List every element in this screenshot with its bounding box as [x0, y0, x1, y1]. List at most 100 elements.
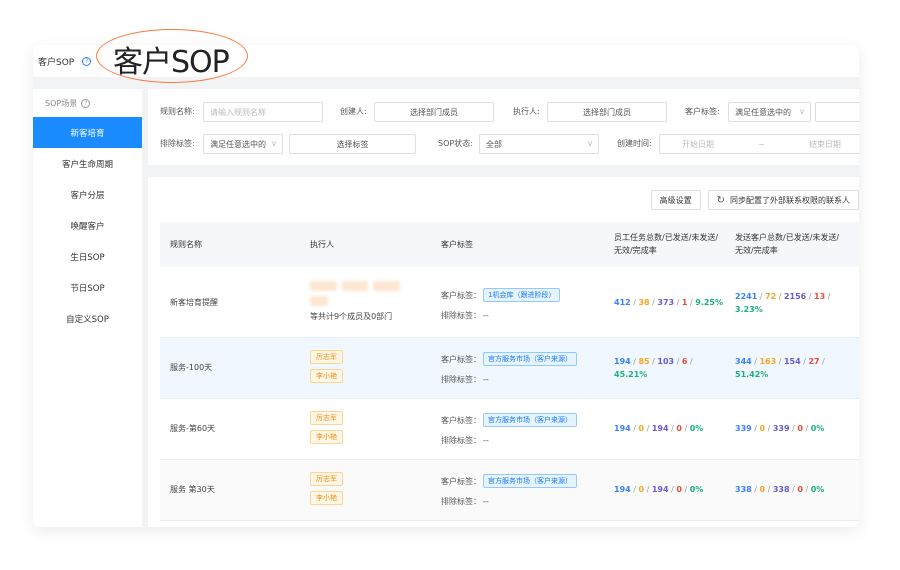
executor-label: 执行人:: [513, 107, 540, 116]
table-actions: 高级设置 ↻ 同步配置了外部联系权限的联系人: [644, 190, 859, 210]
executor-cell: 厉志军 李小艳: [310, 472, 343, 510]
rule-name-input[interactable]: 请输入规则名称: [203, 102, 323, 122]
executor-note: 等共计9个成员及0部门: [310, 312, 393, 321]
end-date: 结束日期: [808, 139, 841, 149]
sidebar-item-custom[interactable]: 自定义SOP: [33, 303, 142, 334]
sync-contacts-button[interactable]: ↻ 同步配置了外部联系权限的联系人: [707, 190, 859, 210]
stat-rate: 0%: [689, 485, 704, 494]
blurred-executor: xxxx: [373, 281, 400, 291]
tag-mode-select[interactable]: 满足任意选中的 ∨: [728, 102, 811, 122]
table-row[interactable]: 服务-100天 厉志军 李小艳 客户标签： 官方服务市场（客户来源） 排除标签： -…: [160, 338, 859, 399]
col-customer-stats: 发送客户总数/已发送/未发送/无效/完成率: [735, 233, 840, 255]
chevron-down-icon: ∨: [587, 139, 593, 148]
exclude-mode-value: 满足任意选中的: [210, 139, 266, 149]
stat-sent: 163: [759, 357, 777, 366]
stat-total: 194: [614, 485, 631, 494]
chevron-down-icon: ∨: [799, 107, 805, 116]
page-title: 客户SOP: [38, 57, 75, 68]
sidebar-header: SOP场景 ?: [33, 89, 142, 117]
rule-name: 新客培育提醒: [170, 298, 218, 307]
executor-tag: 李小艳: [310, 491, 343, 505]
stat-rate: 0%: [810, 485, 825, 494]
table-row[interactable]: 服务 第30天 厉志军 李小艳 客户标签： 官方服务市场（客户来源） 排除标签： -…: [160, 460, 859, 521]
stat-invalid: 27: [808, 357, 820, 366]
customer-tag: 官方服务市场（客户来源）: [483, 413, 577, 427]
creator-select[interactable]: 选择部门成员: [374, 102, 494, 122]
staff-stats: 412 / 38 / 373 / 1 / 9.25%: [614, 298, 724, 307]
sidebar-item-lifecycle[interactable]: 客户生命周期: [33, 148, 142, 179]
help-icon[interactable]: ?: [81, 98, 91, 108]
staff-stats: 194 / 0 / 194 / 0 / 0%: [614, 485, 704, 494]
executor-tag: 厉志军: [310, 350, 343, 364]
rule-name: 服务-100天: [170, 363, 213, 372]
stat-total: 339: [735, 424, 752, 433]
stat-total: 338: [735, 485, 752, 494]
blurred-executor: xxxx: [341, 281, 369, 291]
table-row[interactable]: 新客培育提醒 xxxx xxxx xxxx xx 等共计9个成员及0部门 客户标签：…: [160, 267, 859, 338]
col-staff-stats: 员工任务总数/已发送/未发送/无效/完成率: [614, 233, 719, 255]
stat-sent: 72: [765, 292, 777, 301]
stat-total: 194: [614, 424, 631, 433]
tags-cell: 客户标签： 1机会库（跟进阶段） 排除标签： --: [441, 288, 561, 329]
callout-title: 客户SOP: [113, 45, 230, 80]
date-range-picker[interactable]: 开始日期 ~ 结束日期: [659, 134, 859, 154]
customer-stats: 344 / 163 / 154 / 27 /51.42%: [735, 357, 825, 379]
stat-unsent: 338: [772, 485, 790, 494]
sidebar-item-holiday[interactable]: 节日SOP: [33, 272, 142, 303]
staff-stats: 194 / 85 / 103 / 6 /45.21%: [614, 357, 693, 379]
customer-tag: 1机会库（跟进阶段）: [483, 288, 561, 302]
stat-sent: 85: [638, 357, 650, 366]
exclude-tag-select[interactable]: 选择标签: [289, 134, 416, 154]
stat-sent: 38: [638, 298, 650, 307]
exclude-label: 排除标签：: [441, 311, 481, 320]
stat-total: 344: [735, 357, 752, 366]
customer-stats: 338 / 0 / 338 / 0 / 0%: [735, 485, 825, 494]
stat-invalid: 13: [814, 292, 826, 301]
tag-label: 客户标签：: [441, 415, 481, 425]
stat-rate: 45.21%: [614, 370, 648, 379]
table-header: 规则名称 执行人 客户标签 员工任务总数/已发送/未发送/无效/完成率 发送客户…: [160, 222, 859, 267]
tag-label: 客户标签：: [441, 354, 481, 364]
sidebar-item-new-customer[interactable]: 新客培育: [33, 117, 142, 148]
executor-tag: 李小艳: [310, 430, 343, 444]
stat-unsent: 373: [657, 298, 675, 307]
chevron-down-icon: ∨: [271, 139, 277, 148]
executor-tag: 厉志军: [310, 472, 343, 486]
created-time-label: 创建时间:: [617, 139, 652, 148]
exclude-mode-select[interactable]: 满足任意选中的 ∨: [203, 134, 283, 154]
customer-stats: 2241 / 72 / 2156 / 13 /3.23%: [735, 292, 831, 314]
col-tags: 客户标签: [441, 240, 473, 249]
executor-select[interactable]: 选择部门成员: [547, 102, 667, 122]
exclude-value: --: [483, 436, 489, 445]
executor-tag: 厉志军: [310, 411, 343, 425]
exclude-label: 排除标签：: [441, 375, 481, 384]
app-window: 客户SOP ? SOP场景 ? 新客培育 客户生命周期 客户分层 唤醒客户 生日…: [33, 45, 859, 527]
stat-unsent: 339: [772, 424, 790, 433]
start-date: 开始日期: [682, 139, 715, 149]
stat-total: 2241: [735, 292, 758, 301]
advanced-settings-button[interactable]: 高级设置: [650, 190, 701, 210]
sidebar: SOP场景 ? 新客培育 客户生命周期 客户分层 唤醒客户 生日SOP 节日SO…: [33, 89, 142, 527]
col-name: 规则名称: [170, 240, 202, 249]
executor-tag: 李小艳: [310, 369, 343, 383]
sidebar-item-segmentation[interactable]: 客户分层: [33, 179, 142, 210]
exclude-label: 排除标签：: [441, 497, 481, 506]
table-row[interactable]: 服务-第60天 厉志军 李小艳 客户标签： 官方服务市场（客户来源） 排除标签： -…: [160, 399, 859, 460]
executor-cell: 厉志军 李小艳: [310, 411, 343, 449]
stat-unsent: 194: [651, 485, 669, 494]
executor-cell: xxxx xxxx xxxx xx 等共计9个成员及0部门: [310, 281, 430, 322]
creator-label: 创建人:: [340, 107, 367, 116]
help-icon[interactable]: ?: [82, 56, 92, 66]
rule-name: 服务 第30天: [170, 485, 215, 494]
customer-stats: 339 / 0 / 339 / 0 / 0%: [735, 424, 825, 433]
sidebar-item-reactivate[interactable]: 唤醒客户: [33, 210, 142, 241]
stat-total: 194: [614, 357, 631, 366]
tags-cell: 客户标签： 官方服务市场（客户来源） 排除标签： --: [441, 474, 577, 515]
sidebar-item-birthday[interactable]: 生日SOP: [33, 241, 142, 272]
stat-rate: 3.23%: [735, 305, 763, 314]
status-select[interactable]: 全部 ∨: [479, 134, 599, 154]
exclude-label: 排除标签：: [441, 436, 481, 445]
tag-select[interactable]: [815, 102, 859, 122]
tag-label: 客户标签:: [685, 107, 720, 116]
stat-rate: 0%: [689, 424, 704, 433]
